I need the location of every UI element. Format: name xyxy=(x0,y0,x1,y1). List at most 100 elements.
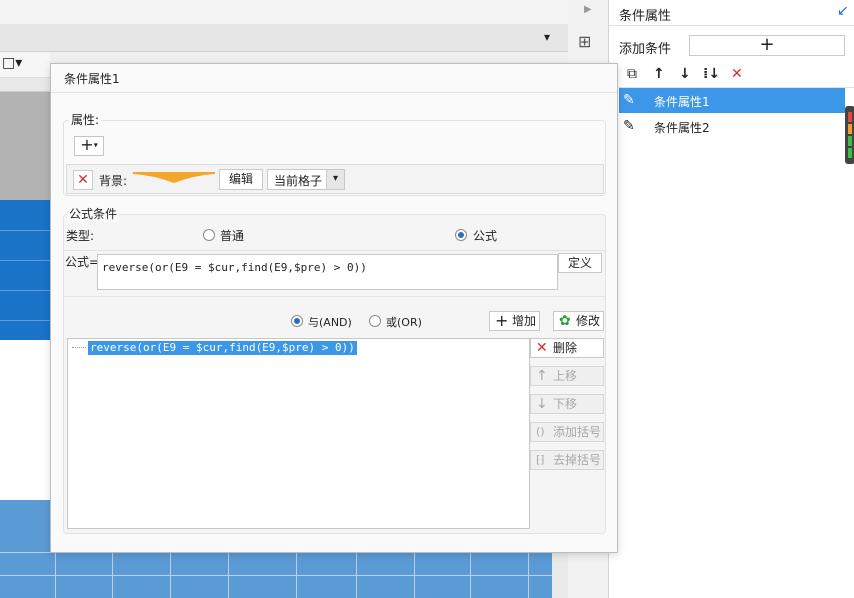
arrow-down-icon[interactable]: ↓ xyxy=(679,66,691,82)
condition-list-item[interactable]: ✎ 条件属性1 xyxy=(619,88,845,113)
panel-header: 条件属性 ↙ xyxy=(609,0,854,26)
remove-brackets-icon: ⁅⁆ xyxy=(536,453,545,466)
modify-condition-button[interactable]: ✿ 修改 xyxy=(553,311,604,331)
logic-or-radio[interactable] xyxy=(369,315,381,327)
add-condition-button[interactable]: + 增加 xyxy=(489,311,540,331)
gauge-segment xyxy=(848,148,852,158)
add-condition-button[interactable]: + xyxy=(689,35,845,56)
app-top-strip xyxy=(0,0,568,24)
toolbar-dropdown-icon[interactable]: ▾ xyxy=(544,30,550,44)
divider xyxy=(51,92,617,93)
arrow-up-icon: ↑ xyxy=(536,368,548,384)
condition-item-label: 条件属性1 xyxy=(654,95,710,109)
tree-connector xyxy=(72,347,86,348)
app-toolbar: ▾ xyxy=(0,24,568,52)
type-normal-label[interactable]: 普通 xyxy=(220,227,244,244)
delete-x-icon: ✕ xyxy=(536,340,548,356)
attributes-label: 属性: xyxy=(69,111,102,128)
type-formula-label[interactable]: 公式 xyxy=(473,227,497,244)
add-bracket-label: 添加括号 xyxy=(553,425,602,439)
condition-item-label: 条件属性2 xyxy=(654,121,710,135)
collapse-icon[interactable]: ↙ xyxy=(837,3,849,19)
logic-and-radio[interactable] xyxy=(291,315,303,327)
formula-input-label: 公式= xyxy=(65,255,100,269)
edit-pencil-icon: ✎ xyxy=(623,118,635,134)
dialog-title: 条件属性1 xyxy=(64,72,120,86)
delete-button-label: 删除 xyxy=(553,341,578,355)
condition-dialog: 条件属性1 属性: +▾ ✕ 背景: 编辑 当前格子 ▾ 公式条件 类型: 普通… xyxy=(50,63,618,553)
border-icon[interactable]: □▾ xyxy=(2,55,22,71)
sheet-grid-line xyxy=(170,552,171,598)
background-label: 背景: xyxy=(99,174,128,188)
sheet-grid-line xyxy=(0,290,50,291)
sheet-white-area xyxy=(0,340,50,500)
scope-select-value: 当前格子 xyxy=(274,174,323,188)
sheet-selected-cells xyxy=(0,200,50,340)
edit-pencil-icon: ✎ xyxy=(623,92,635,108)
define-button[interactable]: 定义 xyxy=(558,253,602,273)
move-down-label: 下移 xyxy=(553,397,578,411)
chevron-down-icon[interactable]: ▾ xyxy=(326,170,344,189)
move-down-button[interactable]: ↓ 下移 xyxy=(530,394,604,414)
brackets-icon: () xyxy=(536,425,545,438)
add-bracket-button[interactable]: () 添加括号 xyxy=(530,422,604,442)
arrow-up-icon[interactable]: ↑ xyxy=(653,66,665,82)
logic-or-label[interactable]: 或(OR) xyxy=(386,314,422,330)
remove-attribute-button[interactable]: ✕ xyxy=(73,170,93,190)
panel-toolbar: ⧉ ↑ ↓ ⁞↓ ✕ xyxy=(619,62,854,88)
sheet-grid-line xyxy=(112,552,113,598)
remove-bracket-label: 去掉括号 xyxy=(553,453,602,467)
edit-background-button[interactable]: 编辑 xyxy=(219,169,263,190)
type-formula-radio[interactable] xyxy=(455,229,467,241)
condition-list-item[interactable]: ✎ 条件属性2 xyxy=(619,114,845,139)
sheet-grid-line xyxy=(228,552,229,598)
modify-button-label: 修改 xyxy=(576,314,601,328)
level-gauge xyxy=(845,106,854,164)
copy-icon[interactable]: ⧉ xyxy=(627,66,637,82)
divider xyxy=(64,250,605,251)
chevron-down-icon: ▾ xyxy=(93,140,98,150)
condition-list: reverse(or(E9 = $cur,find(E9,$pre) > 0)) xyxy=(67,338,530,529)
gauge-segment xyxy=(848,136,852,146)
gauge-segment xyxy=(848,124,852,134)
sheet-grid-line xyxy=(0,320,50,321)
add-attribute-button[interactable]: +▾ xyxy=(74,136,104,156)
sheet-grid-line xyxy=(414,552,415,598)
delete-condition-button[interactable]: ✕ 删除 xyxy=(530,338,604,358)
move-bottom-icon[interactable]: ⁞↓ xyxy=(703,66,720,82)
condition-properties-panel: 条件属性 ↙ 添加条件 + ⧉ ↑ ↓ ⁞↓ ✕ ✎ 条件属性1 ✎ 条件属性2 xyxy=(608,0,854,598)
sheet-gray-area xyxy=(0,92,50,200)
condition-panel-icon[interactable]: ⊞ xyxy=(578,32,591,51)
divider xyxy=(64,296,605,297)
arrow-down-icon: ↓ xyxy=(536,396,548,412)
formula-condition-label: 公式条件 xyxy=(67,205,120,222)
gauge-segment xyxy=(848,112,852,122)
plus-icon: + xyxy=(80,135,94,154)
app-ruler xyxy=(0,78,50,92)
delete-icon[interactable]: ✕ xyxy=(731,66,743,82)
plus-icon: + xyxy=(495,311,509,330)
type-label: 类型: xyxy=(66,229,95,243)
sheet-grid-line xyxy=(356,552,357,598)
panel-title: 条件属性 xyxy=(619,9,672,24)
sheet-grid-line xyxy=(0,260,50,261)
type-normal-radio[interactable] xyxy=(203,229,215,241)
background-color-swatch xyxy=(133,172,215,183)
sheet-grid-line xyxy=(296,552,297,598)
add-condition-label: 添加条件 xyxy=(619,42,672,57)
move-up-button[interactable]: ↑ 上移 xyxy=(530,366,604,386)
sheet-grid-line xyxy=(0,230,50,231)
scope-select[interactable]: 当前格子 ▾ xyxy=(267,169,345,190)
sheet-grid-line xyxy=(470,552,471,598)
app-toolbar-secondary: □▾ xyxy=(0,52,50,78)
logic-and-label[interactable]: 与(AND) xyxy=(308,314,352,330)
move-up-label: 上移 xyxy=(553,369,578,383)
modify-gear-icon: ✿ xyxy=(559,313,571,329)
condition-list-item[interactable]: reverse(or(E9 = $cur,find(E9,$pre) > 0)) xyxy=(88,341,357,355)
formula-input[interactable]: reverse(or(E9 = $cur,find(E9,$pre) > 0)) xyxy=(97,254,558,290)
remove-bracket-button[interactable]: ⁅⁆ 去掉括号 xyxy=(530,450,604,470)
expand-arrow-icon[interactable]: ▶ xyxy=(584,4,592,15)
sheet-grid-line xyxy=(528,552,529,598)
sheet-grid-line xyxy=(55,552,56,598)
add-button-label: 增加 xyxy=(512,314,537,328)
